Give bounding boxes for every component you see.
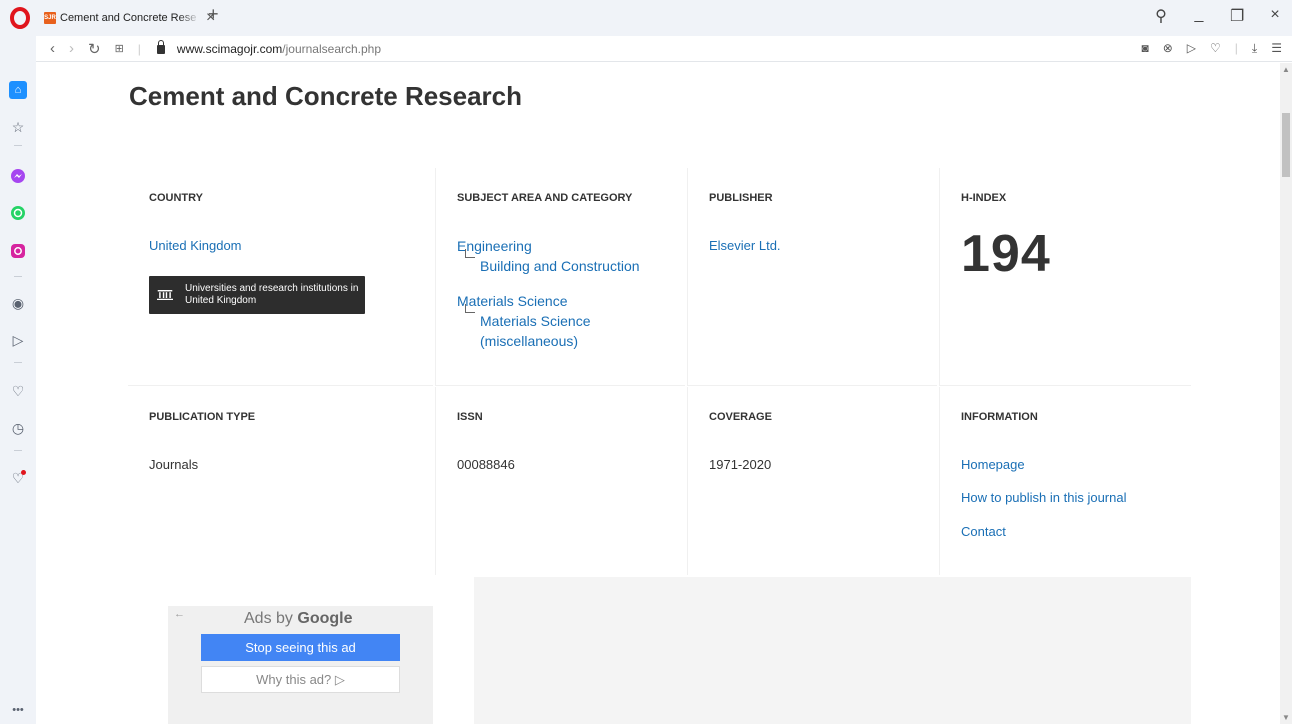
page-scrollbar[interactable]: ▲ ▼ — [1280, 63, 1292, 724]
more-icon[interactable]: ••• — [9, 701, 27, 719]
sidebar-divider — [14, 362, 22, 363]
ad-back-arrow-icon[interactable]: ← — [174, 608, 185, 620]
adblock-icon[interactable]: ⊗ — [1163, 41, 1173, 56]
divider: | — [1234, 41, 1238, 55]
publisher-link[interactable]: Elsevier Ltd. — [709, 238, 781, 253]
institutions-button-label: Universities and research institutions i… — [185, 283, 359, 306]
reload-icon[interactable]: ↻ — [88, 40, 101, 58]
flow-send-icon[interactable]: ▷ — [9, 331, 27, 349]
google-label: Google — [297, 610, 353, 627]
easy-setup-icon[interactable]: ☰ — [1271, 41, 1282, 56]
heart-icon[interactable]: ♡ — [9, 382, 27, 400]
issn-cell: ISSN 00088846 — [435, 387, 685, 575]
stop-seeing-ad-button[interactable]: Stop seeing this ad — [201, 634, 400, 661]
sidebar-divider — [14, 145, 22, 146]
lock-icon — [156, 40, 165, 54]
publication-type-cell: PUBLICATION TYPE Journals — [128, 387, 433, 575]
information-heading: INFORMATION — [961, 411, 1038, 423]
messenger-icon[interactable] — [9, 167, 27, 185]
restore-icon[interactable]: ❐ — [1230, 6, 1244, 26]
ad-area: ← Ads by Google Stop seeing this ad Why … — [128, 577, 1191, 724]
institution-icon — [157, 289, 174, 301]
country-cell: COUNTRY United Kingdom Universities and … — [128, 168, 433, 386]
speed-dial-icon[interactable]: ⊞ — [115, 42, 124, 55]
url-path: /journalsearch.php — [282, 41, 382, 56]
sjr-favicon-icon: SJR — [44, 12, 56, 24]
tab-title: Cement and Concrete Rese — [60, 12, 197, 24]
issn-heading: ISSN — [457, 411, 483, 423]
divider: | — [137, 41, 141, 56]
url-field[interactable]: www.scimagojr.com/journalsearch.php — [156, 40, 382, 56]
hindex-heading: H-INDEX — [961, 192, 1007, 204]
bookmark-heart-icon[interactable]: ♡ — [1210, 41, 1221, 56]
search-tabs-icon[interactable]: ⚲ — [1154, 6, 1168, 26]
page-content: Cement and Concrete Research COUNTRY Uni… — [36, 63, 1280, 724]
close-window-icon[interactable]: × — [1268, 6, 1282, 26]
subject-category-building[interactable]: Building and Construction — [480, 256, 640, 276]
tree-branch-icon — [465, 249, 475, 258]
tree-branch-icon — [465, 304, 475, 313]
publisher-heading: PUBLISHER — [709, 192, 773, 204]
address-bar: ‹ › ↻ ⊞ | www.scimagojr.com/journalsearc… — [36, 36, 1292, 62]
publisher-cell: PUBLISHER Elsevier Ltd. — [687, 168, 937, 386]
instagram-icon[interactable] — [9, 242, 27, 260]
information-cell: INFORMATION Homepage How to publish in t… — [939, 387, 1191, 575]
publication-type-heading: PUBLICATION TYPE — [149, 411, 256, 423]
scroll-up-icon[interactable]: ▲ — [1282, 65, 1290, 74]
scroll-down-icon[interactable]: ▼ — [1282, 713, 1290, 722]
camera-icon[interactable]: ◙ — [1141, 41, 1148, 56]
coverage-cell: COVERAGE 1971-2020 — [687, 387, 937, 575]
sidebar-divider — [14, 450, 22, 451]
lightbulb-icon[interactable]: ♡ — [9, 469, 27, 487]
subject-cell: SUBJECT AREA AND CATEGORY Engineering Bu… — [435, 168, 685, 386]
whatsapp-icon[interactable] — [9, 204, 27, 222]
bookmarks-star-icon[interactable]: ☆ — [9, 118, 27, 136]
sidebar: ⌂ ☆ ◉ ▷ ♡ ◷ ♡ ••• — [0, 36, 36, 724]
flow-icon[interactable]: ▷ — [1187, 41, 1196, 56]
why-this-ad-button[interactable]: Why this ad? ▷ — [201, 666, 400, 693]
hindex-cell: H-INDEX 194 — [939, 168, 1191, 386]
new-tab-icon[interactable]: + — [208, 4, 219, 25]
hindex-value: 194 — [961, 225, 1051, 283]
coverage-value: 1971-2020 — [709, 457, 772, 472]
opera-logo-icon[interactable] — [9, 7, 31, 29]
forward-icon[interactable]: › — [69, 40, 74, 57]
contact-link[interactable]: Contact — [961, 524, 1006, 539]
country-heading: COUNTRY — [149, 192, 203, 204]
sidebar-divider — [14, 276, 22, 277]
tab-bar: SJR Cement and Concrete Rese × + ⚲ _ ❐ × — [0, 0, 1292, 36]
ad-slot: ← Ads by Google Stop seeing this ad Why … — [128, 577, 474, 724]
subject-category-materials[interactable]: Materials Science (miscellaneous) — [480, 311, 650, 351]
url-host: www.scimagojr.com — [176, 41, 283, 56]
scroll-thumb[interactable] — [1282, 113, 1290, 177]
history-clock-icon[interactable]: ◷ — [9, 419, 27, 437]
country-link[interactable]: United Kingdom — [149, 238, 242, 253]
download-icon[interactable]: ⤓ — [1252, 41, 1257, 56]
player-icon[interactable]: ◉ — [9, 294, 27, 312]
google-ad-feedback: ← Ads by Google Stop seeing this ad Why … — [168, 606, 433, 724]
active-tab[interactable]: SJR Cement and Concrete Rese × — [44, 6, 230, 30]
institutions-button[interactable]: Universities and research institutions i… — [149, 276, 365, 314]
coverage-heading: COVERAGE — [709, 411, 772, 423]
subject-heading: SUBJECT AREA AND CATEGORY — [457, 192, 633, 204]
home-icon[interactable]: ⌂ — [9, 81, 27, 99]
ads-by-google: Ads by Google — [244, 610, 352, 628]
back-icon[interactable]: ‹ — [50, 40, 55, 57]
address-tools: ◙ ⊗ ▷ ♡ | ⤓ ☰ — [1141, 41, 1282, 56]
ads-by-label: Ads by — [244, 610, 293, 627]
issn-value: 00088846 — [457, 457, 515, 472]
window-controls: ⚲ _ ❐ × — [1154, 6, 1282, 26]
publication-type-value: Journals — [149, 457, 199, 472]
page-title: Cement and Concrete Research — [129, 81, 523, 111]
minimize-icon[interactable]: _ — [1192, 6, 1206, 26]
how-to-publish-link[interactable]: How to publish in this journal — [961, 490, 1126, 505]
homepage-link[interactable]: Homepage — [961, 457, 1025, 472]
